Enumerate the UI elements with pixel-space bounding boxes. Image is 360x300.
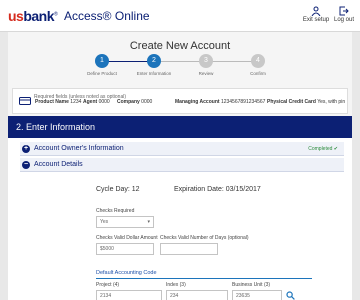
accounting-code-title: Default Accounting Code [96, 270, 157, 276]
checks-required-label: Checks Required [96, 208, 135, 214]
managing-account: Managing Account 1234567891234567 [175, 99, 266, 105]
account-summary-bar: Product Name 1234 Agent 0000 Company 000… [12, 88, 348, 114]
main-page: Create New Account 1 Define Product 2 Ente… [8, 32, 352, 300]
section-content: + Account Owner's Information Completed … [8, 138, 352, 300]
physical-credit-card: Physical Credit Card Yes, with pin [267, 99, 346, 105]
accordion-title: Account Owner's Information [34, 145, 124, 152]
owner-info-accordion[interactable]: + Account Owner's Information Completed … [20, 142, 344, 156]
cycle-day: Cycle Day: 12 [96, 186, 140, 193]
index-input[interactable]: 234 [166, 290, 228, 300]
app-header: usbank® Access® Online Exit setup Log ou… [0, 0, 360, 32]
num-days-input[interactable] [160, 243, 218, 255]
page-title: Create New Account [129, 40, 231, 52]
business-unit-label: Business Unit (3) [232, 282, 271, 288]
dollar-amount-label: Checks Valid Dollar Amount [96, 235, 158, 241]
search-icon[interactable] [286, 291, 295, 300]
account-details-accordion[interactable]: − Account Details [20, 158, 344, 172]
chevron-down-icon: ▾ [147, 219, 150, 225]
checks-required-select[interactable]: Yes ▾ [96, 216, 154, 228]
expand-icon: + [22, 145, 30, 153]
expiration-date: Expiration Date: 03/15/2017 [174, 186, 261, 193]
collapse-icon: − [22, 161, 30, 169]
accordion-title: Account Details [34, 161, 83, 168]
dollar-amount-input[interactable]: $5000 [96, 243, 154, 255]
credit-card-icon [19, 97, 31, 105]
completed-badge: Completed ✔ [308, 146, 338, 152]
step-1: 1 Define Product [82, 54, 122, 76]
progress-stepper: 1 Define Product 2 Enter Information 3 Revi… [8, 54, 352, 82]
project-input[interactable]: 2134 [96, 290, 162, 300]
section-header: 2. Enter Information [8, 116, 352, 138]
person-icon [311, 6, 321, 16]
required-note: Required fields (unless noted as optiona… [34, 94, 126, 100]
app-title: Access® Online [64, 9, 150, 23]
step-4: 4 Confirm [238, 54, 278, 76]
log-out-label: Log out [333, 17, 355, 23]
num-days-label: Checks Valid Number of Days (optional) [160, 235, 249, 241]
index-label: Index (3) [166, 282, 186, 288]
usbank-logo[interactable]: usbank® [8, 8, 58, 24]
project-label: Project (4) [96, 282, 120, 288]
step-2: 2 Enter Information [134, 54, 174, 76]
business-unit-input[interactable]: 23635 [232, 290, 282, 300]
log-out-button[interactable]: Log out [328, 6, 360, 30]
logout-icon [339, 6, 349, 16]
divider [96, 278, 312, 279]
step-3: 3 Review [186, 54, 226, 76]
